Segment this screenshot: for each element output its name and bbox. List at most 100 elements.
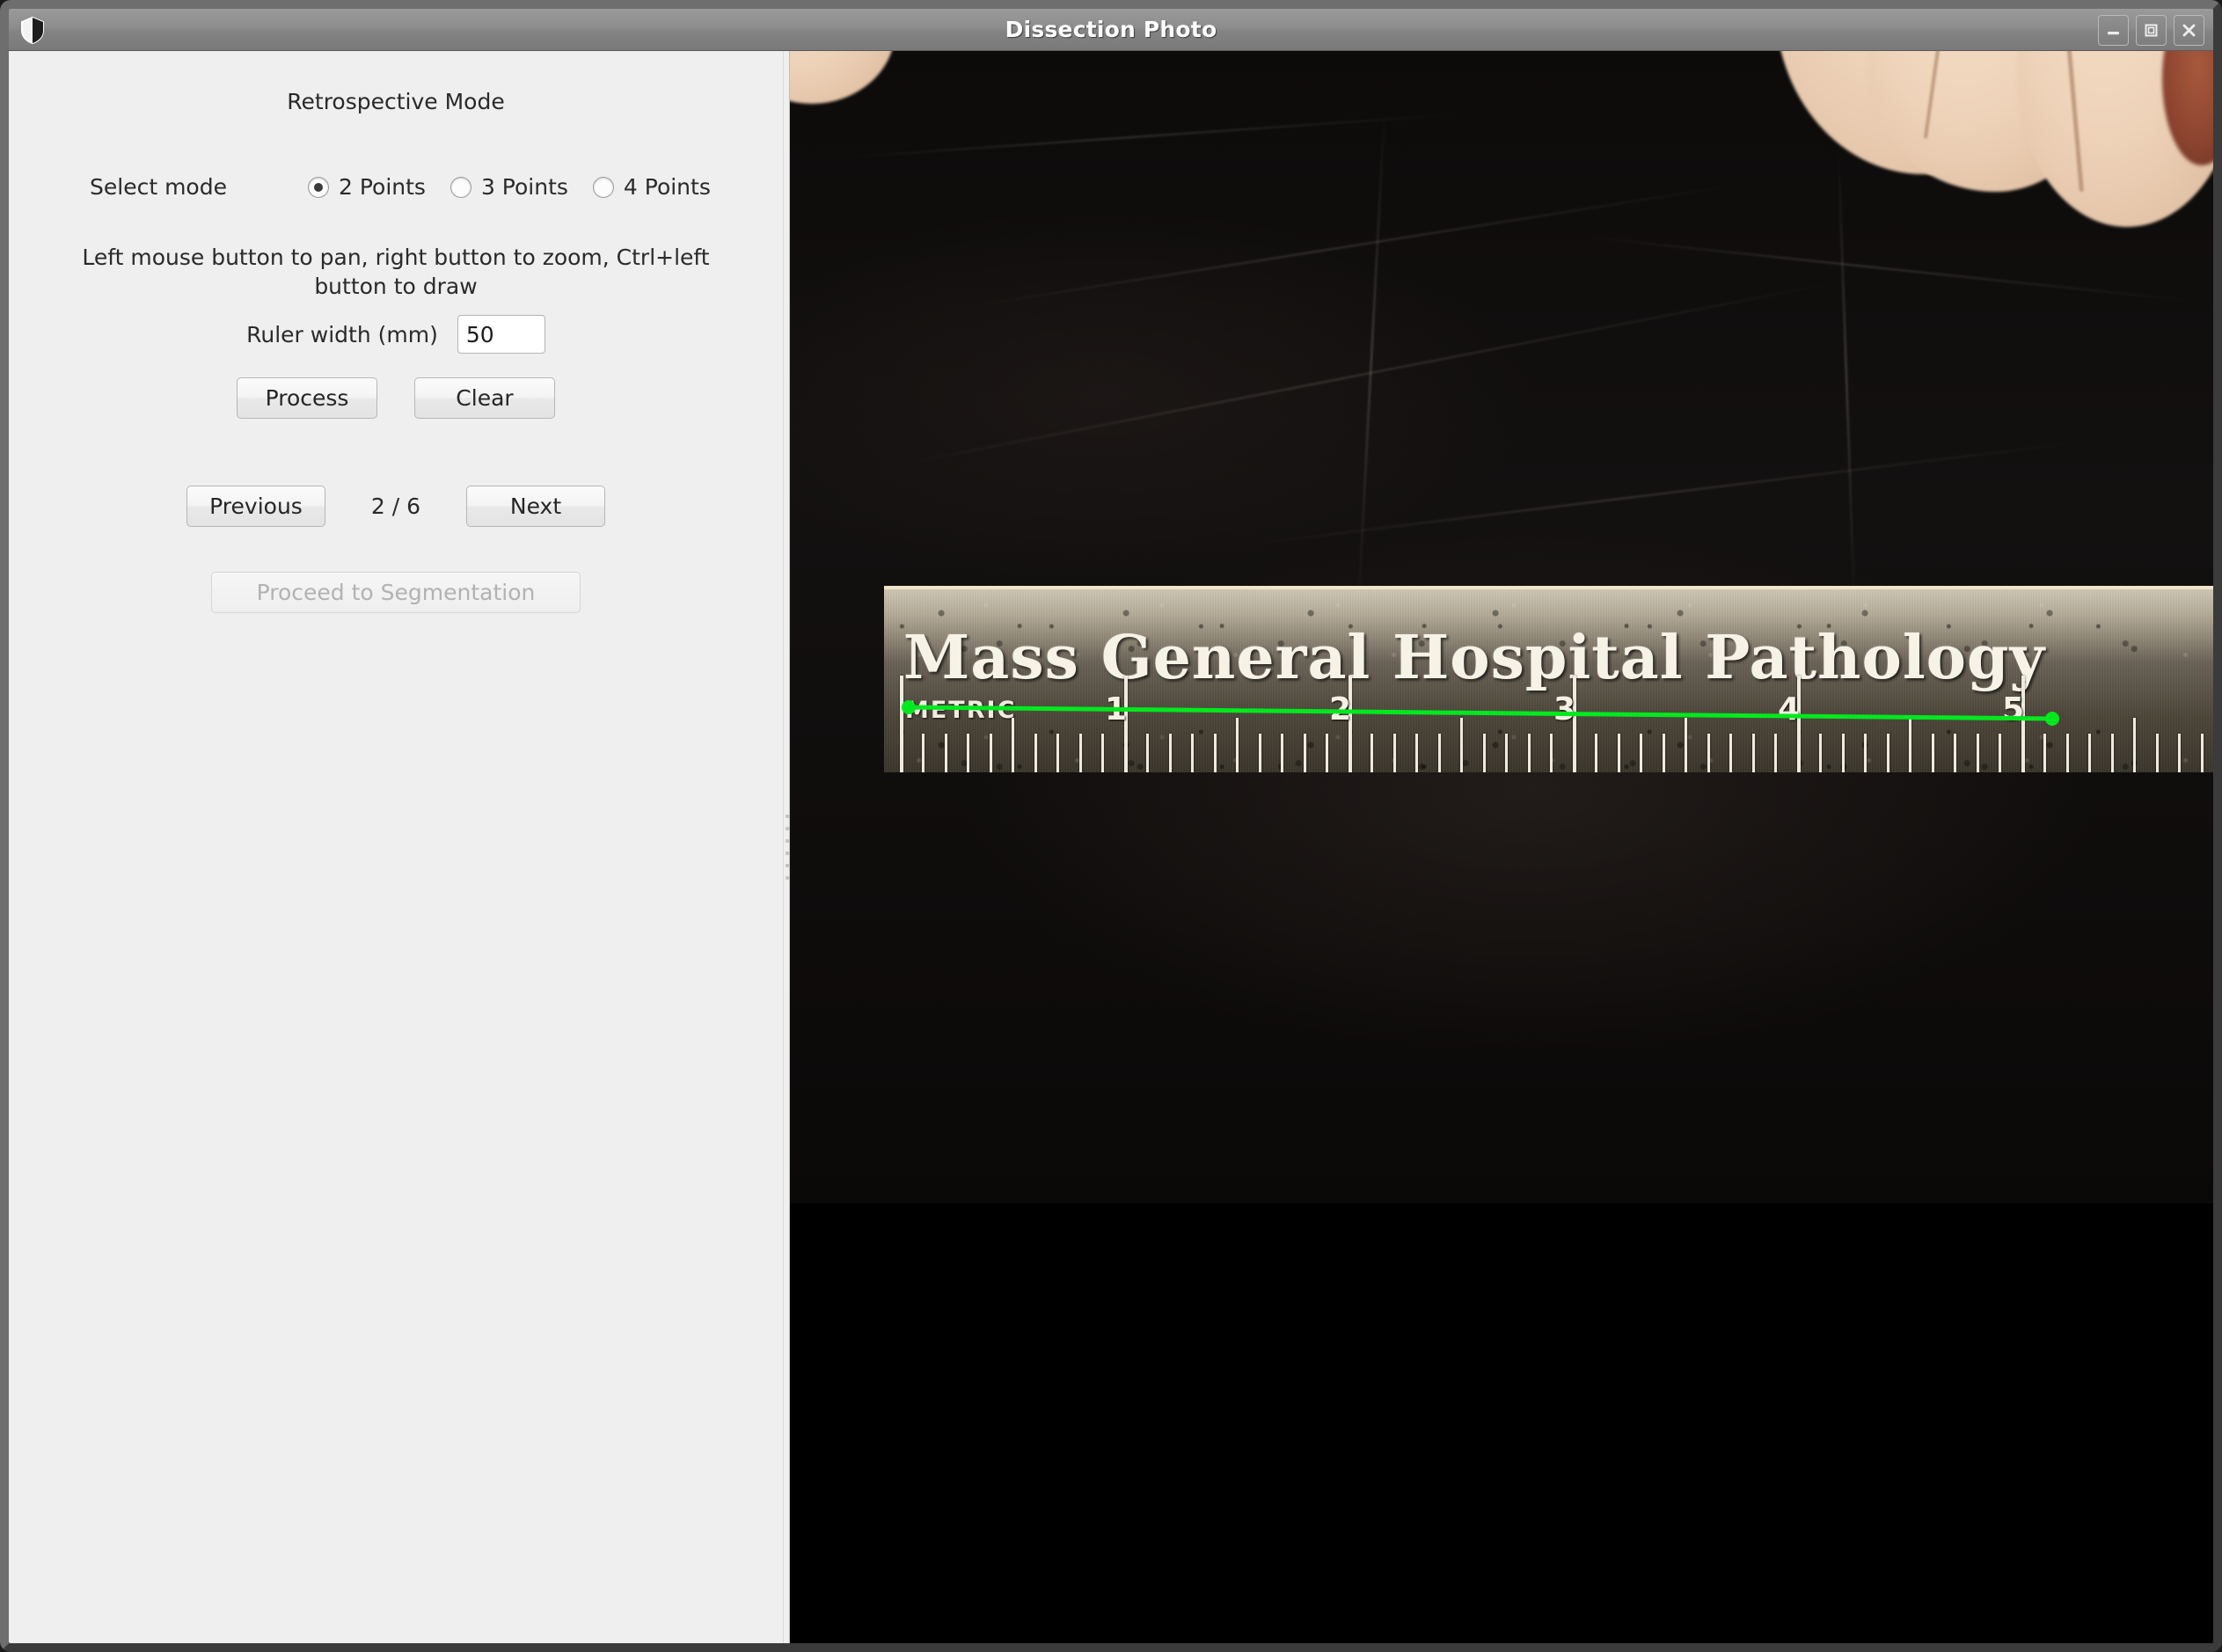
radio-2-points-label: 2 Points <box>339 174 426 200</box>
ruler-tick <box>1079 734 1082 772</box>
ruler-tick <box>1618 734 1620 772</box>
shield-icon[interactable] <box>16 13 49 47</box>
ruler-tick <box>1752 734 1755 772</box>
ruler-tick <box>1281 734 1283 772</box>
ruler-tick <box>2043 734 2046 772</box>
page-indicator: 2 / 6 <box>325 493 466 519</box>
ruler-tick <box>1685 718 1687 772</box>
ruler-tick <box>900 676 903 772</box>
ruler-card: Mass General Hospital Pathology METRIC <box>884 586 2213 772</box>
close-button[interactable] <box>2174 15 2204 46</box>
ruler-tick <box>990 734 992 772</box>
next-button[interactable]: Next <box>466 486 605 527</box>
ruler-tick <box>1304 734 1306 772</box>
proceed-row: Proceed to Segmentation <box>9 572 783 613</box>
previous-button[interactable]: Previous <box>186 486 325 527</box>
ruler-brand-text: Mass General Hospital Pathology <box>903 623 2045 693</box>
ruler-tick <box>2201 734 2204 772</box>
ruler-tick <box>1909 718 1911 772</box>
ruler-tick <box>967 734 969 772</box>
ruler-tick <box>1640 734 1642 772</box>
ruler-tick <box>2111 734 2114 772</box>
ruler-tick <box>1505 734 1508 772</box>
ruler-tick <box>1819 734 1822 772</box>
page-title: Retrospective Mode <box>9 89 783 114</box>
control-panel: Retrospective Mode Select mode 2 Points … <box>9 51 783 1643</box>
ruler-cm-label: 1 <box>1105 691 1127 727</box>
ruler-tick <box>1729 734 1732 772</box>
ruler-metric-label: METRIC <box>905 697 1016 724</box>
instructions-text: Left mouse button to pan, right button t… <box>57 243 735 301</box>
ruler-tick <box>1460 718 1463 772</box>
ruler-tick <box>1438 734 1441 772</box>
ruler-tick <box>1393 734 1396 772</box>
ruler-width-input[interactable] <box>457 315 545 354</box>
ruler-tick <box>1887 734 1889 772</box>
ruler-tick <box>1236 718 1239 772</box>
ruler-tick <box>1214 734 1217 772</box>
ruler-tick <box>1864 734 1867 772</box>
ruler-tick <box>1169 734 1172 772</box>
clear-button[interactable]: Clear <box>414 377 555 419</box>
select-mode-label: Select mode <box>9 174 308 200</box>
ruler-tick <box>2156 734 2159 772</box>
title-bar[interactable]: Dissection Photo <box>9 9 2213 51</box>
ruler-tick <box>1483 734 1486 772</box>
maximize-button[interactable] <box>2136 15 2167 46</box>
dissection-photo-window: Dissection Photo Retr <box>0 0 2222 1652</box>
radio-mark-icon <box>450 177 471 198</box>
ruler-tick <box>1259 734 1261 772</box>
radio-3-points-label: 3 Points <box>481 174 568 200</box>
ruler-tick <box>1999 734 2001 772</box>
ruler-tick <box>1932 734 1934 772</box>
ruler-tick <box>1034 734 1037 772</box>
radio-2-points[interactable]: 2 Points <box>308 174 426 200</box>
ruler-tick <box>1056 734 1059 772</box>
ruler-tick <box>945 734 947 772</box>
ruler-tick <box>1012 718 1014 772</box>
radio-mark-icon <box>593 177 614 198</box>
ruler-tick <box>1370 734 1373 772</box>
ruler-cm-label: 3 <box>1553 691 1575 727</box>
radio-3-points[interactable]: 3 Points <box>450 174 568 200</box>
ruler-cm-label: 5 <box>2002 691 2024 727</box>
ruler-tick <box>1663 734 1665 772</box>
ruler-tick <box>1707 734 1710 772</box>
navigation-row: Previous 2 / 6 Next <box>9 486 783 527</box>
window-controls <box>2098 15 2204 46</box>
window-body: Retrospective Mode Select mode 2 Points … <box>9 51 2213 1643</box>
dissection-photo-image[interactable]: Mass General Hospital Pathology METRIC <box>790 51 2213 1203</box>
ruler-tick <box>2088 734 2091 772</box>
minimize-button[interactable] <box>2098 15 2129 46</box>
proceed-to-segmentation-button[interactable]: Proceed to Segmentation <box>211 572 581 613</box>
ruler-tick <box>1977 734 1979 772</box>
photo-viewport[interactable]: Mass General Hospital Pathology METRIC <box>790 51 2213 1643</box>
ruler-cm-label: 4 <box>1778 691 1800 727</box>
ruler-tick <box>1101 734 1104 772</box>
ruler-tick <box>2066 734 2069 772</box>
ruler-tick <box>1415 734 1418 772</box>
ruler-tick <box>1774 734 1777 772</box>
ruler-width-label: Ruler width (mm) <box>246 322 438 347</box>
ruler-tick <box>2178 734 2181 772</box>
ruler-cm-label: 2 <box>1329 691 1351 727</box>
ruler-tick <box>1954 734 1956 772</box>
ruler-width-row: Ruler width (mm) <box>9 315 783 354</box>
window-title: Dissection Photo <box>9 9 2213 50</box>
ruler-tick <box>1146 734 1149 772</box>
ruler-tick <box>1326 734 1328 772</box>
ruler-tick <box>2133 718 2136 772</box>
radio-4-points[interactable]: 4 Points <box>593 174 711 200</box>
radio-mark-icon <box>308 177 329 198</box>
ruler-tick <box>1191 734 1194 772</box>
radio-4-points-label: 4 Points <box>624 174 711 200</box>
mode-selector-row: Select mode 2 Points 3 Points 4 Points <box>9 174 783 200</box>
ruler-tick <box>1528 734 1531 772</box>
ruler-tick <box>1595 734 1597 772</box>
ruler-tick <box>922 734 925 772</box>
process-button[interactable]: Process <box>237 377 377 419</box>
splitter-grip-icon <box>786 815 789 880</box>
ruler-tick <box>1842 734 1845 772</box>
panel-splitter[interactable] <box>783 51 790 1643</box>
ruler-tick <box>1550 734 1553 772</box>
